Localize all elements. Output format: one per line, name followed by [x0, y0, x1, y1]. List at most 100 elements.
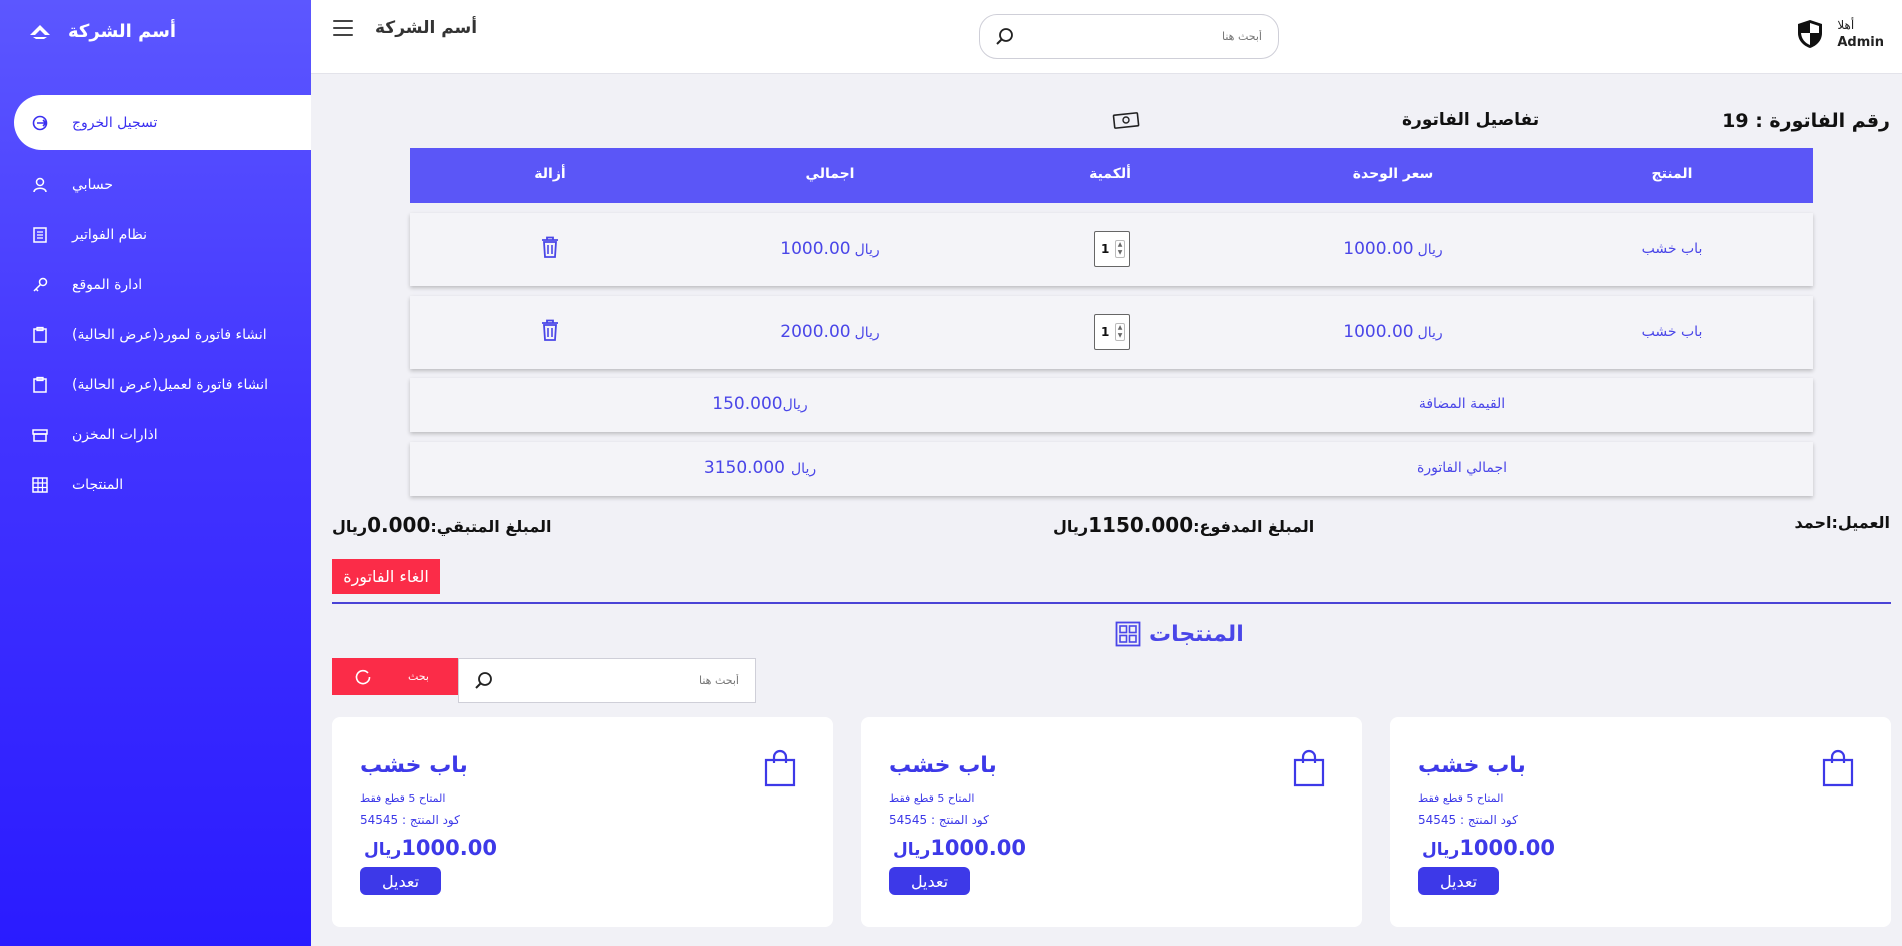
sidebar-item-products[interactable]: المنتجات [0, 460, 311, 510]
grand-total-value: 3150.000 [703, 458, 786, 478]
product-stock: المتاح 5 قطع فقط [360, 792, 446, 805]
invoice-number: رقم الفاتورة : 19 [1722, 110, 1890, 132]
shield-icon [1798, 20, 1823, 48]
trash-icon[interactable] [539, 235, 561, 259]
quantity-stepper[interactable]: 1 ▲ ▼ [1094, 231, 1130, 267]
currency-label: ريال [782, 397, 808, 413]
product-card: باب خشب المتاح 5 قطع فقط كود المنتج : 54… [332, 717, 833, 927]
row-product: باب خشب [1641, 241, 1703, 257]
price-value: 1000.00 [1459, 836, 1555, 860]
product-search-input[interactable] [519, 674, 739, 687]
search-input[interactable] [1042, 30, 1262, 43]
edit-button[interactable]: تعديل [889, 867, 970, 895]
top-search [979, 14, 1279, 59]
col-qty: ألكمية [1089, 166, 1131, 182]
spinner-arrows[interactable]: ▲ ▼ [1115, 323, 1125, 341]
user-name: Admin [1837, 35, 1884, 50]
sidebar-item-customer-invoice[interactable]: انشاء فاتورة لعميل(عرض الحالية) [0, 360, 311, 410]
product-card: باب خشب المتاح 5 قطع فقط كود المنتج : 54… [1390, 717, 1891, 927]
search-icon[interactable] [994, 26, 1016, 48]
remain-label: المبلغ المتبقي: [430, 517, 552, 536]
qty-value: 1 [1101, 242, 1110, 256]
grand-total-row: اجمالي الفاتورة ريال 3150.000 [410, 442, 1813, 496]
search-icon[interactable] [473, 670, 495, 692]
clipboard-icon [30, 325, 50, 345]
product-name: باب خشب [1418, 753, 1526, 778]
search-button-label: بحث [408, 670, 429, 683]
grid-icon [1115, 621, 1141, 647]
sidebar-item-supplier-invoice[interactable]: انشاء فاتورة لمورد(عرض الحالية) [0, 310, 311, 360]
col-total: اجمالي [805, 166, 855, 182]
row-unit-price: ريال1000.00 [1343, 239, 1442, 259]
vat-row: القيمة المضافة ريال150.000 [410, 378, 1813, 432]
products-title: المنتجات [1149, 621, 1244, 647]
row-product: باب خشب [1641, 324, 1703, 340]
edit-button[interactable]: تعديل [360, 867, 441, 895]
sidebar-item-label: المنتجات [72, 477, 124, 493]
currency-label: ريال [1417, 325, 1443, 341]
total-value: 1000.00 [780, 239, 851, 259]
product-search [458, 658, 756, 703]
invoice-title: تفاصيل الفاتورة [1402, 110, 1540, 130]
archive-icon [30, 425, 50, 445]
cancel-invoice-button[interactable]: الغاء الفاتورة [332, 559, 440, 594]
shopping-bag-icon [1822, 749, 1854, 787]
currency-label: ريال [1422, 840, 1460, 860]
spinner-arrows[interactable]: ▲ ▼ [1115, 240, 1125, 258]
sidebar-item-label: نظام الفواتير [72, 227, 147, 243]
divider [332, 602, 1891, 604]
topbar: أسم الشركة أهلا Admin [311, 0, 1902, 74]
receipt-icon [30, 225, 50, 245]
table-row: باب خشب ريال1000.00 1 ▲ ▼ ريال1000.00 [410, 213, 1813, 286]
trash-icon[interactable] [539, 318, 561, 342]
product-code: كود المنتج : 54545 [889, 813, 989, 827]
sidebar-item-account[interactable]: حسابي [0, 160, 311, 210]
paid-label: المبلغ المدفوع: [1193, 517, 1315, 536]
invoice-table-header: المنتج سعر الوحدة ألكمية اجمالي أزالة [410, 148, 1813, 203]
product-name: باب خشب [889, 753, 997, 778]
refresh-icon [355, 669, 371, 684]
menu-icon[interactable] [333, 20, 353, 38]
grid-icon [30, 475, 50, 495]
currency-label: ريال [854, 242, 880, 258]
sidebar-item-label: حسابي [72, 177, 113, 193]
product-search-button[interactable]: بحث [332, 658, 458, 695]
paid-value: 1150.000 [1088, 513, 1194, 537]
sidebar-item-label: انشاء فاتورة لعميل(عرض الحالية) [72, 377, 268, 393]
grand-total-label: اجمالي الفاتورة [1416, 460, 1508, 476]
col-product: المنتج [1651, 166, 1693, 182]
product-stock: المتاح 5 قطع فقط [889, 792, 975, 805]
user-menu[interactable]: أهلا Admin [1795, 16, 1884, 52]
product-code: كود المنتج : 54545 [360, 813, 460, 827]
sidebar-item-label: تسجيل الخروج [72, 114, 158, 131]
edit-button[interactable]: تعديل [1418, 867, 1499, 895]
brand-name: أسم الشركة [68, 20, 177, 42]
remain-value: 0.000 [367, 513, 431, 537]
currency-label: ريال [364, 840, 402, 860]
product-price: 1000.00ريال [360, 836, 497, 860]
sidebar-item-stock-alerts[interactable]: اذارات المخزن [0, 410, 311, 460]
user-icon [30, 175, 50, 195]
currency-label: ريال [893, 840, 931, 860]
brand[interactable]: أسم الشركة [28, 18, 176, 44]
logo-icon [30, 25, 50, 39]
sidebar-item-invoices[interactable]: نظام الفواتير [0, 210, 311, 260]
quantity-stepper[interactable]: 1 ▲ ▼ [1094, 314, 1130, 350]
currency-label: ريال [1417, 242, 1443, 258]
user-greeting: أهلا [1837, 18, 1855, 32]
currency-label: ريال [1053, 517, 1089, 536]
vat-value: 150.000 [712, 394, 783, 414]
product-name: باب خشب [360, 753, 468, 778]
customer-info: العميل:احمد [1795, 513, 1890, 532]
sidebar-item-site-admin[interactable]: ادارة الموقع [0, 260, 311, 310]
unit-price-value: 1000.00 [1343, 239, 1414, 259]
money-icon [1112, 112, 1140, 129]
sidebar-item-logout[interactable]: تسجيل الخروج [14, 95, 311, 150]
clipboard-icon [30, 375, 50, 395]
product-code: كود المنتج : 54545 [1418, 813, 1518, 827]
vat-label: القيمة المضافة [1418, 396, 1506, 412]
currency-label: ريال [791, 461, 817, 477]
page-title: أسم الشركة [375, 18, 478, 38]
row-unit-price: ريال1000.00 [1343, 322, 1442, 342]
total-value: 2000.00 [780, 322, 851, 342]
